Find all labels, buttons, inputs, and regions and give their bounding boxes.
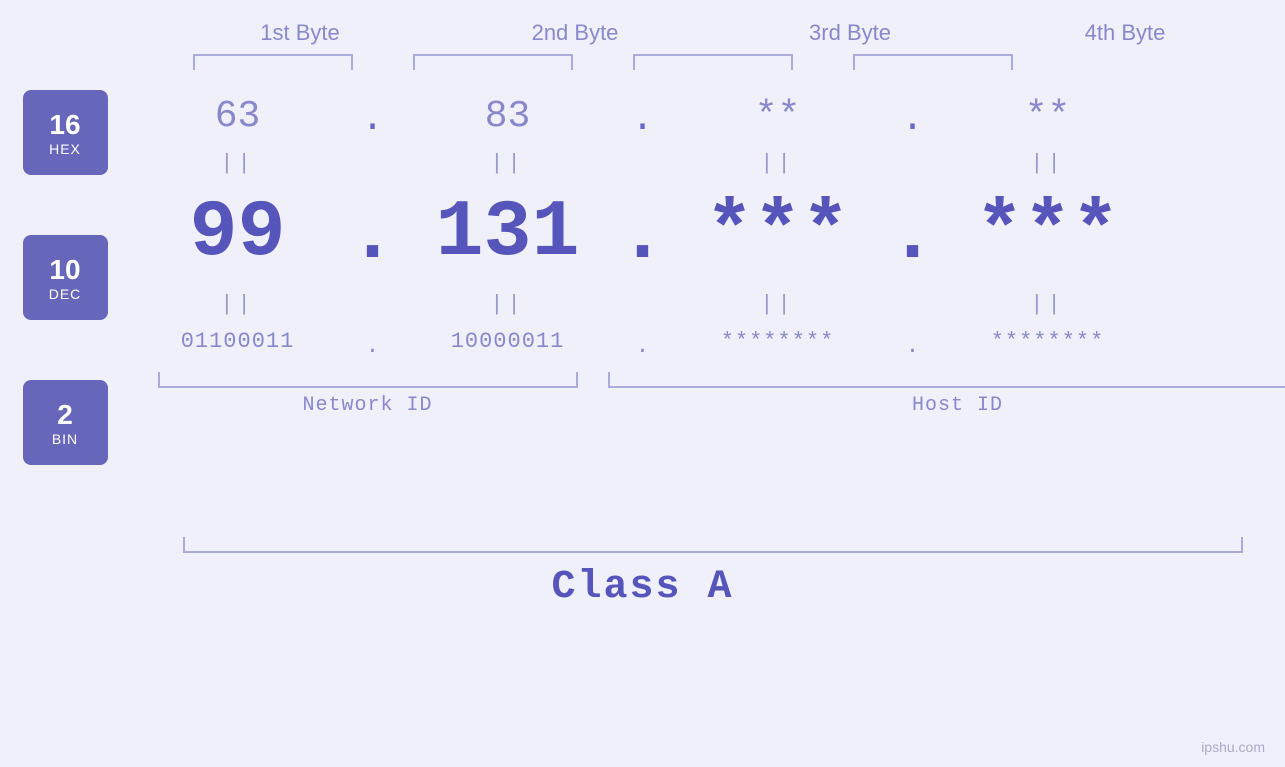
main-container: 1st Byte 2nd Byte 3rd Byte 4th Byte 16 H…	[0, 0, 1285, 767]
dec-val-1: 99	[128, 183, 348, 284]
main-grid: 16 HEX 10 DEC 2 BIN 63 . 83 . ** . **	[23, 80, 1263, 525]
dec-val-3: ***	[668, 183, 888, 284]
dec-number: 10	[49, 254, 80, 286]
bin-label: BIN	[52, 431, 78, 447]
hex-val-3: **	[668, 80, 888, 143]
dec-dot-2: .	[618, 186, 668, 282]
equals-row-1: || || || ||	[128, 143, 1285, 183]
values-area: 63 . 83 . ** . ** || || || || 99	[128, 80, 1285, 417]
eq1-2: ||	[398, 151, 618, 176]
bin-dot-2: .	[618, 329, 668, 359]
hex-dot-1: .	[348, 83, 398, 141]
bottom-brackets-container	[158, 372, 1285, 388]
dec-val-2: 131	[398, 183, 618, 284]
eq1-3: ||	[668, 151, 888, 176]
bin-values-row: 01100011 . 10000011 . ******** . *******…	[128, 324, 1285, 364]
dec-badge: 10 DEC	[23, 235, 108, 320]
bracket-cell-2	[383, 54, 603, 70]
hex-val-1: 63	[128, 80, 348, 143]
top-bracket-2	[413, 54, 573, 70]
dec-dot-3: .	[888, 186, 938, 282]
full-bracket-container	[183, 537, 1243, 553]
hex-badge: 16 HEX	[23, 90, 108, 175]
dec-label: DEC	[49, 286, 82, 302]
byte-headers-row: 1st Byte 2nd Byte 3rd Byte 4th Byte	[163, 20, 1263, 46]
top-bracket-4	[853, 54, 1013, 70]
bin-val-2: 10000011	[398, 324, 618, 364]
hex-val-2: 83	[398, 80, 618, 143]
hex-val-4: **	[938, 80, 1158, 143]
byte-header-4: 4th Byte	[1015, 20, 1235, 46]
bracket-cell-1	[163, 54, 383, 70]
host-bracket	[608, 372, 1285, 388]
byte-header-2: 2nd Byte	[465, 20, 685, 46]
dec-val-4: ***	[938, 183, 1158, 284]
bracket-cell-4	[823, 54, 1043, 70]
host-id-label: Host ID	[608, 394, 1285, 417]
byte-header-3: 3rd Byte	[740, 20, 960, 46]
class-label: Class A	[93, 565, 1193, 610]
eq2-2: ||	[398, 292, 618, 317]
hex-dot-2: .	[618, 83, 668, 141]
bin-dot-1: .	[348, 329, 398, 359]
id-labels-row: Network ID Host ID	[158, 388, 1285, 417]
eq1-1: ||	[128, 151, 348, 176]
hex-dot-3: .	[888, 83, 938, 141]
top-bracket-3	[633, 54, 793, 70]
full-bracket	[183, 537, 1243, 553]
base-labels-column: 16 HEX 10 DEC 2 BIN	[23, 80, 108, 525]
equals-row-2: || || || ||	[128, 284, 1285, 324]
network-bracket	[158, 372, 578, 388]
watermark: ipshu.com	[1201, 739, 1265, 755]
hex-number: 16	[49, 109, 80, 141]
eq2-1: ||	[128, 292, 348, 317]
byte-header-1: 1st Byte	[190, 20, 410, 46]
dec-dot-1: .	[348, 186, 398, 282]
top-bracket-1	[193, 54, 353, 70]
bin-val-1: 01100011	[128, 324, 348, 364]
hex-values-row: 63 . 83 . ** . **	[128, 80, 1285, 143]
eq1-4: ||	[938, 151, 1158, 176]
hex-label: HEX	[49, 141, 81, 157]
bin-badge: 2 BIN	[23, 380, 108, 465]
top-brackets-row	[163, 54, 1263, 70]
bracket-cell-3	[603, 54, 823, 70]
bin-number: 2	[57, 399, 73, 431]
eq2-3: ||	[668, 292, 888, 317]
network-id-label: Network ID	[158, 394, 578, 417]
bin-dot-3: .	[888, 329, 938, 359]
dec-values-row: 99 . 131 . *** . ***	[128, 183, 1285, 284]
eq2-4: ||	[938, 292, 1158, 317]
bin-val-4: ********	[938, 324, 1158, 364]
bin-val-3: ********	[668, 324, 888, 364]
